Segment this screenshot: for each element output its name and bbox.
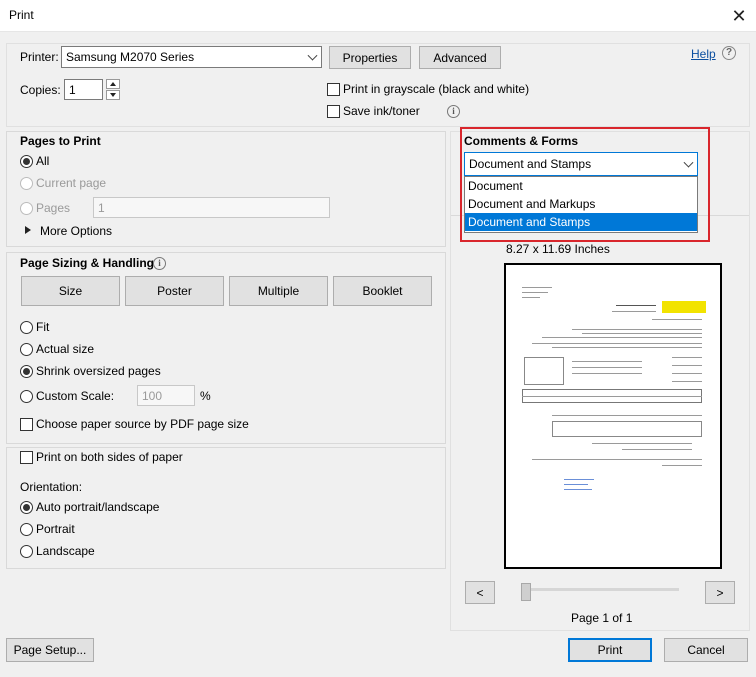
preview-box xyxy=(524,357,564,385)
print-button[interactable]: Print xyxy=(568,638,652,662)
highlight-box xyxy=(460,127,710,242)
paper-source-label: Choose paper source by PDF page size xyxy=(36,417,249,431)
current-page-label: Current page xyxy=(36,176,107,190)
fit-label: Fit xyxy=(36,320,50,334)
landscape-radio[interactable] xyxy=(20,545,33,558)
preview-box xyxy=(552,421,702,437)
custom-scale-label: Custom Scale: xyxy=(36,389,115,403)
page-setup-button[interactable]: Page Setup... xyxy=(6,638,94,662)
pages-range-radio[interactable] xyxy=(20,202,33,215)
more-options-toggle[interactable]: More Options xyxy=(40,224,112,238)
info-icon[interactable]: i xyxy=(447,105,460,118)
custom-scale-input[interactable]: 100 xyxy=(137,385,195,406)
landscape-label: Landscape xyxy=(36,544,95,558)
custom-scale-radio[interactable] xyxy=(20,390,33,403)
paper-source-checkbox[interactable] xyxy=(20,418,33,431)
tab-poster[interactable]: Poster xyxy=(125,276,224,306)
shrink-radio[interactable] xyxy=(20,365,33,378)
duplex-label: Print on both sides of paper xyxy=(36,450,183,464)
custom-scale-value: 100 xyxy=(142,388,163,403)
fit-radio[interactable] xyxy=(20,321,33,334)
page-slider-thumb[interactable] xyxy=(521,583,531,601)
pages-range-value: 1 xyxy=(98,200,105,215)
actual-size-radio[interactable] xyxy=(20,343,33,356)
advanced-button[interactable]: Advanced xyxy=(419,46,501,69)
window-title: Print xyxy=(9,8,34,22)
next-page-button[interactable]: > xyxy=(705,581,735,604)
preview-page xyxy=(504,263,722,569)
pages-to-print-heading: Pages to Print xyxy=(20,134,101,148)
current-page-radio[interactable] xyxy=(20,177,33,190)
copies-stepper[interactable] xyxy=(106,79,120,100)
title-bar: Print ✕ xyxy=(0,0,756,32)
printer-select[interactable]: Samsung M2070 Series xyxy=(61,46,322,68)
preview-dimensions: 8.27 x 11.69 Inches xyxy=(506,242,610,256)
shrink-label: Shrink oversized pages xyxy=(36,364,161,378)
pages-range-input[interactable]: 1 xyxy=(93,197,330,218)
tab-booklet[interactable]: Booklet xyxy=(333,276,432,306)
grayscale-checkbox[interactable] xyxy=(327,83,340,96)
copies-label: Copies: xyxy=(20,83,61,97)
copies-value: 1 xyxy=(69,82,76,97)
stepper-up-icon[interactable] xyxy=(106,79,120,89)
tab-size[interactable]: Size xyxy=(21,276,120,306)
duplex-checkbox[interactable] xyxy=(20,451,33,464)
pages-range-label: Pages xyxy=(36,201,71,215)
printer-label: Printer: xyxy=(20,50,59,64)
tab-size-label: Size xyxy=(58,284,83,298)
stepper-down-icon[interactable] xyxy=(106,90,120,100)
grayscale-label: Print in grayscale (black and white) xyxy=(343,82,530,96)
tab-poster-label: Poster xyxy=(157,284,192,298)
actual-size-label: Actual size xyxy=(36,342,95,356)
expand-triangle-icon[interactable] xyxy=(25,226,31,234)
save-ink-label: Save ink/toner xyxy=(343,104,420,118)
copies-input[interactable]: 1 xyxy=(64,79,103,100)
printer-value: Samsung M2070 Series xyxy=(66,50,195,64)
page-sizing-heading: Page Sizing & Handling xyxy=(20,256,155,270)
percent-label: % xyxy=(200,389,211,403)
page-info: Page 1 of 1 xyxy=(571,611,633,625)
help-link[interactable]: Help xyxy=(691,47,716,61)
portrait-radio[interactable] xyxy=(20,523,33,536)
cancel-button[interactable]: Cancel xyxy=(664,638,748,662)
auto-orientation-label: Auto portrait/landscape xyxy=(36,500,160,514)
pages-all-label: All xyxy=(36,154,50,168)
orientation-heading: Orientation: xyxy=(20,480,83,494)
chevron-down-icon xyxy=(307,50,318,61)
info-icon[interactable]: i xyxy=(153,257,166,270)
page-slider-track[interactable] xyxy=(521,588,679,591)
properties-button[interactable]: Properties xyxy=(329,46,411,69)
auto-orientation-radio[interactable] xyxy=(20,501,33,514)
save-ink-checkbox[interactable] xyxy=(327,105,340,118)
preview-thumbnail xyxy=(512,269,714,563)
tab-multiple-label: Multiple xyxy=(257,284,300,298)
pages-all-radio[interactable] xyxy=(20,155,33,168)
prev-page-button[interactable]: < xyxy=(465,581,495,604)
yellow-logo xyxy=(662,301,706,313)
tab-multiple[interactable]: Multiple xyxy=(229,276,328,306)
help-icon[interactable]: ? xyxy=(722,46,736,60)
close-icon[interactable]: ✕ xyxy=(724,2,754,30)
tab-booklet-label: Booklet xyxy=(362,284,403,298)
portrait-label: Portrait xyxy=(36,522,75,536)
